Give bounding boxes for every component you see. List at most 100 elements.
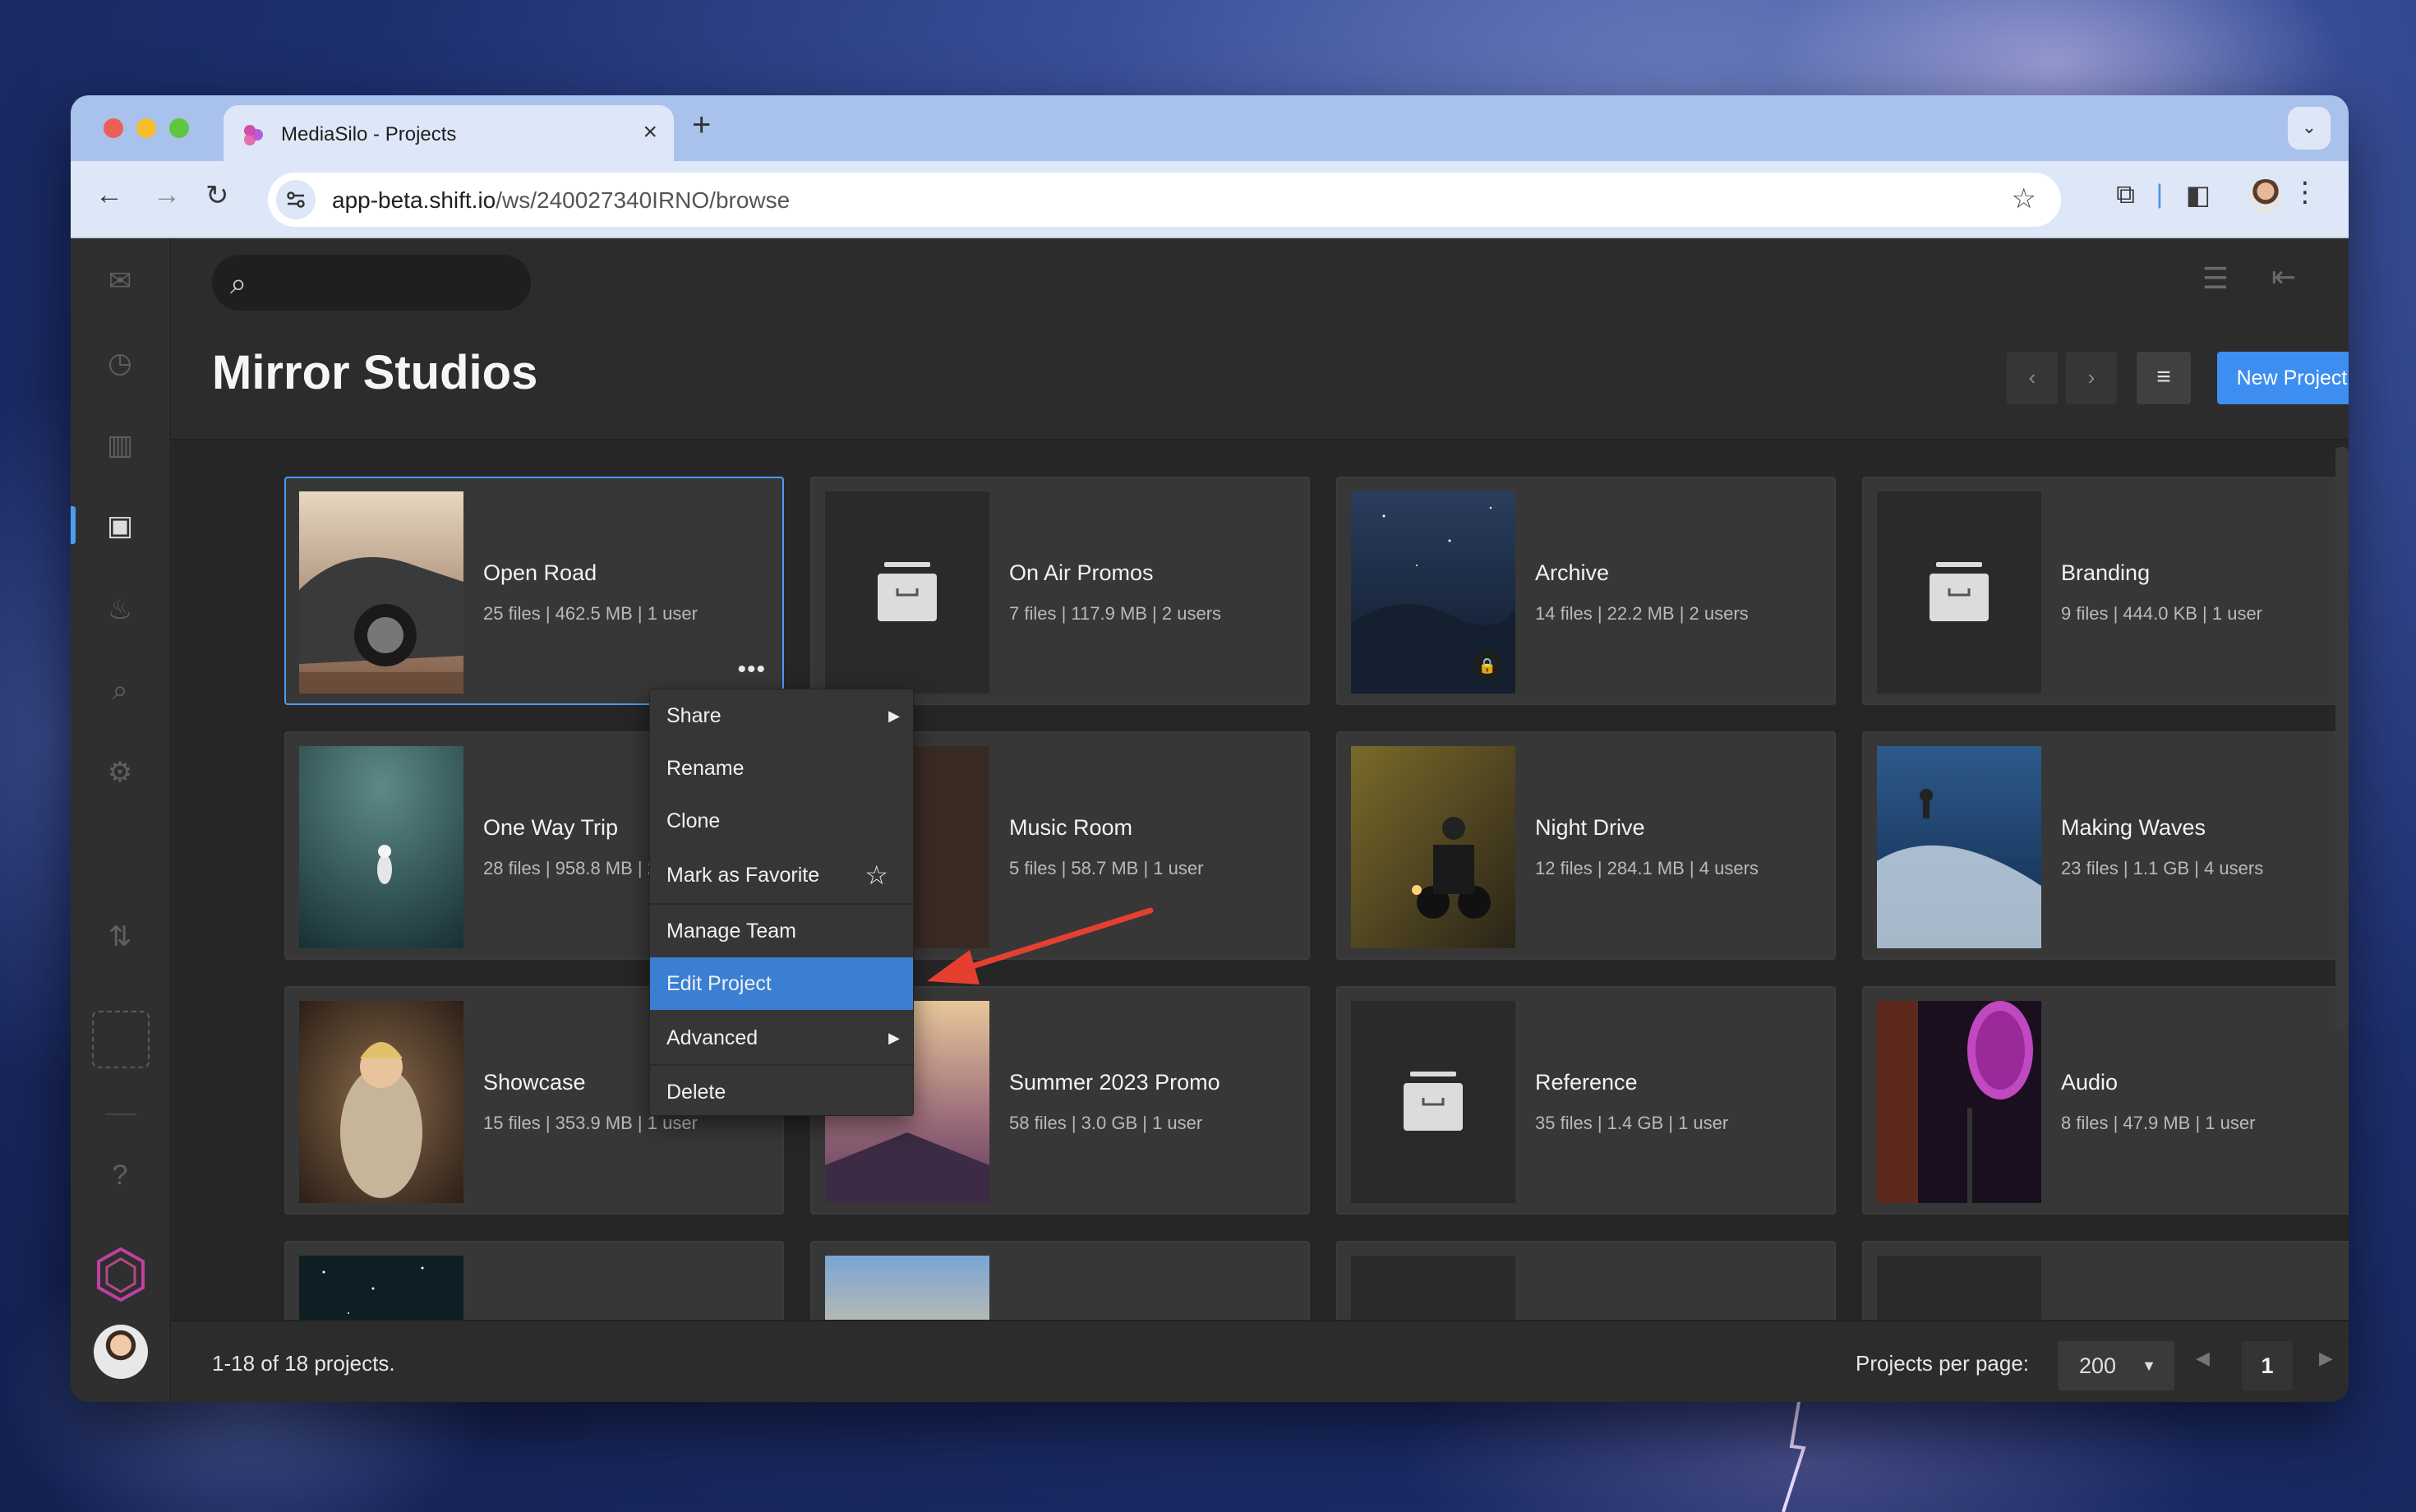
close-window-button[interactable]: [104, 118, 123, 138]
project-card[interactable]: 🔒 Archive 14 files | 22.2 MB | 2 users: [1336, 477, 1836, 705]
browser-menu-icon[interactable]: ⋮: [2291, 176, 2319, 209]
new-tab-icon[interactable]: +: [692, 107, 711, 144]
menu-item-manage-team[interactable]: Manage Team: [650, 905, 913, 957]
mediasilo-logo-icon: [244, 125, 263, 145]
menu-item-share[interactable]: Share ▶: [650, 689, 913, 742]
grid-scrollbar[interactable]: [2335, 447, 2349, 1030]
project-name: Making Waves: [2061, 815, 2206, 840]
shift-hex-logo-icon[interactable]: [92, 1246, 150, 1303]
annotation-arrow: [927, 907, 1154, 984]
pagination-footer: 1-18 of 18 projects. Projects per page: …: [171, 1320, 2349, 1402]
project-card[interactable]: On Air Promos 7 files | 117.9 MB | 2 use…: [810, 477, 1310, 705]
projects-archive-icon[interactable]: ▣: [104, 509, 136, 542]
address-bar[interactable]: app-beta.shift.io/ws/240027340IRNO/brows…: [268, 173, 2061, 227]
project-thumbnail: [1877, 746, 2041, 948]
project-meta: 25 files | 462.5 MB | 1 user: [483, 603, 698, 624]
project-thumbnail: [299, 491, 463, 694]
search-icon[interactable]: ⌕: [104, 674, 136, 707]
settings-gear-icon[interactable]: ⚙: [104, 756, 136, 789]
project-meta: 58 files | 3.0 GB | 1 user: [1009, 1113, 1203, 1133]
project-name: On Air Promos: [1009, 560, 1154, 585]
project-meta: 35 files | 1.4 GB | 1 user: [1535, 1113, 1729, 1133]
project-thumbnail: [825, 1256, 989, 1320]
browser-toolbar: ← → ↻ app-beta.shift.io/ws/240027340IRNO…: [71, 161, 2349, 238]
site-settings-icon[interactable]: [276, 180, 316, 219]
project-card[interactable]: Night Drive 12 files | 284.1 MB | 4 user…: [1336, 731, 1836, 960]
collapse-panel-icon[interactable]: ⇤: [2271, 260, 2296, 294]
recent-clock-icon[interactable]: ◷: [104, 347, 136, 380]
project-name: Showcase: [483, 1070, 586, 1095]
url-text: app-beta.shift.io/ws/240027340IRNO/brows…: [332, 187, 791, 213]
new-project-button[interactable]: New Project: [2217, 352, 2349, 404]
project-card[interactable]: Reference 35 files | 1.4 GB | 1 user: [1336, 986, 1836, 1215]
bookmark-star-icon[interactable]: ☆: [2012, 182, 2036, 215]
prev-page-icon[interactable]: ‹: [2007, 352, 2058, 404]
per-page-label: Projects per page:: [1856, 1351, 2030, 1376]
menu-item-advanced[interactable]: Advanced ▶: [650, 1012, 913, 1064]
menu-item-favorite[interactable]: Mark as Favorite ☆: [650, 849, 913, 901]
current-page[interactable]: 1: [2242, 1341, 2293, 1390]
project-thumbnail: [299, 1256, 463, 1320]
search-input[interactable]: ⌕: [212, 255, 531, 311]
chevron-down-icon: ▼: [2142, 1358, 2156, 1374]
reload-icon[interactable]: ↻: [205, 179, 229, 212]
list-view-icon[interactable]: ☰: [2202, 261, 2229, 296]
project-thumbnail: [1351, 746, 1515, 948]
project-meta: 14 files | 22.2 MB | 2 users: [1535, 603, 1749, 624]
browser-profile-avatar[interactable]: [2248, 179, 2283, 214]
project-name: Archive: [1535, 560, 1610, 585]
project-meta: 7 files | 117.9 MB | 2 users: [1009, 603, 1222, 624]
user-avatar[interactable]: [94, 1325, 148, 1379]
analytics-chart-icon[interactable]: ▥: [104, 429, 136, 462]
menu-item-clone[interactable]: Clone: [650, 795, 913, 847]
menu-item-rename[interactable]: Rename: [650, 742, 913, 795]
sidepanel-icon[interactable]: ◧: [2186, 179, 2211, 210]
project-meta: 8 files | 47.9 MB | 1 user: [2061, 1113, 2256, 1133]
project-card[interactable]: [284, 1241, 784, 1320]
transfers-arrows-icon[interactable]: ⇅: [104, 920, 136, 953]
prev-page-icon[interactable]: ◀: [2196, 1348, 2210, 1369]
project-count: 1-18 of 18 projects.: [212, 1351, 395, 1376]
menu-item-delete[interactable]: Delete: [650, 1066, 913, 1118]
extensions-icon[interactable]: ⧉: [2116, 179, 2135, 210]
tab-title: MediaSilo - Projects: [281, 123, 457, 145]
inbox-icon[interactable]: ✉: [104, 265, 136, 297]
submenu-arrow-icon: ▶: [888, 1030, 900, 1046]
menu-item-edit-project[interactable]: Edit Project: [650, 957, 913, 1010]
project-thumbnail: [825, 491, 989, 694]
help-question-icon[interactable]: ?: [104, 1159, 136, 1192]
trending-flame-icon[interactable]: ♨: [104, 593, 136, 626]
minimize-window-button[interactable]: [136, 118, 156, 138]
project-thumbnail: [1351, 1256, 1515, 1320]
project-name: Reference: [1535, 1070, 1638, 1095]
project-name: Night Drive: [1535, 815, 1645, 840]
tab-search-chevron-icon[interactable]: ⌄: [2288, 107, 2331, 150]
app-sidebar: ✉ ◷ ▥ ▣ ♨ ⌕ ⚙ ⇅ ?: [71, 238, 171, 1402]
project-card[interactable]: Audio 8 files | 47.9 MB | 1 user: [1862, 986, 2349, 1215]
project-card[interactable]: [1862, 1241, 2349, 1320]
close-tab-icon[interactable]: ×: [643, 118, 657, 146]
upload-drop-zone[interactable]: [92, 1011, 150, 1068]
project-card[interactable]: Branding 9 files | 444.0 KB | 1 user: [1862, 477, 2349, 705]
project-context-menu: Share ▶ Rename Clone Mark as Favorite ☆ Ma…: [649, 689, 914, 1116]
back-arrow-icon[interactable]: ←: [95, 179, 123, 211]
lock-icon: 🔒: [1473, 651, 1502, 680]
project-card[interactable]: [810, 1241, 1310, 1320]
project-card[interactable]: Open Road 25 files | 462.5 MB | 1 user •…: [284, 477, 784, 705]
forward-arrow-icon[interactable]: →: [153, 179, 181, 211]
project-card[interactable]: Making Waves 23 files | 1.1 GB | 4 users: [1862, 731, 2349, 960]
folder-archive-icon: [1930, 562, 1989, 621]
maximize-window-button[interactable]: [169, 118, 189, 138]
next-page-icon[interactable]: ›: [2066, 352, 2117, 404]
more-options-icon[interactable]: •••: [737, 656, 766, 684]
search-icon: ⌕: [230, 266, 247, 300]
project-card[interactable]: [1336, 1241, 1836, 1320]
project-name: Audio: [2061, 1070, 2119, 1095]
filter-icon[interactable]: ≡: [2137, 352, 2191, 404]
next-page-icon[interactable]: ▶: [2319, 1348, 2333, 1369]
browser-tab[interactable]: MediaSilo - Projects ×: [224, 105, 674, 161]
folder-archive-icon: [878, 562, 937, 621]
project-meta: 12 files | 284.1 MB | 4 users: [1535, 858, 1759, 878]
per-page-select[interactable]: 200 ▼: [2058, 1341, 2174, 1390]
project-meta: 9 files | 444.0 KB | 1 user: [2061, 603, 2263, 624]
